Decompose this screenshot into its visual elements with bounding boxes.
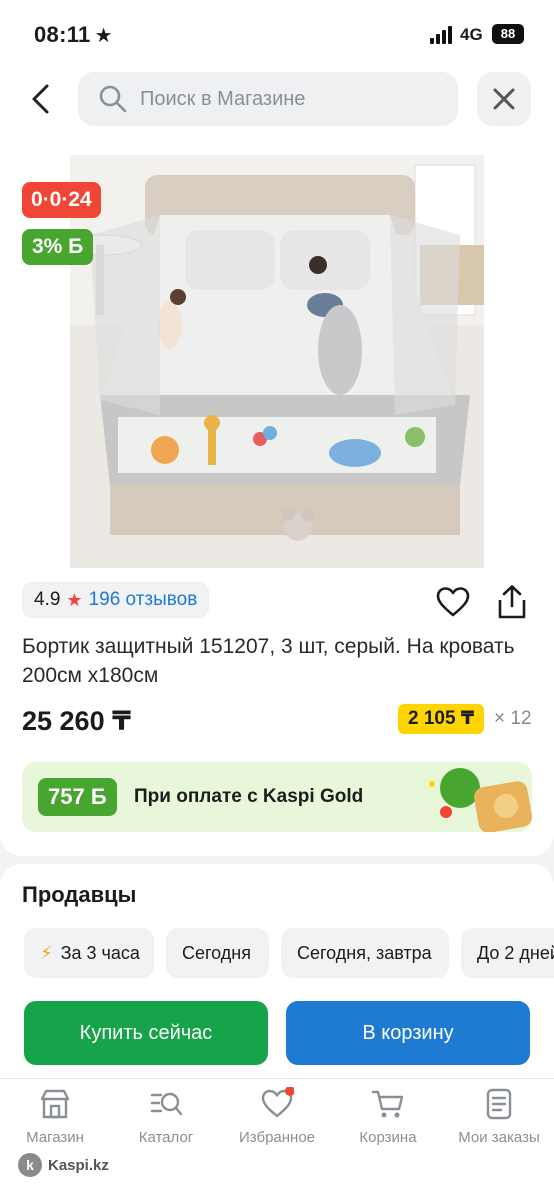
back-button[interactable] <box>22 80 62 120</box>
reviews-link[interactable]: 196 отзывов <box>89 589 198 611</box>
tab-catalog[interactable]: Каталог <box>111 1087 221 1146</box>
gold-bonus-badge: 757 Б <box>38 778 117 816</box>
close-icon <box>493 88 515 110</box>
tab-cart[interactable]: Корзина <box>333 1087 443 1146</box>
status-bar: 08:11 ★ 4G 88 <box>0 0 554 70</box>
tab-favorites[interactable]: Избранное <box>222 1087 332 1146</box>
cart-icon <box>371 1090 404 1118</box>
battery-icon: 88 <box>492 24 524 44</box>
favorite-button[interactable] <box>436 586 470 623</box>
tab-shop[interactable]: Магазин <box>0 1087 110 1146</box>
close-button[interactable] <box>477 72 531 126</box>
search-icon <box>99 85 127 113</box>
heart-icon <box>261 1087 294 1118</box>
product-title: Бортик защитный 151207, 3 шт, серый. На … <box>22 635 515 687</box>
orders-icon <box>486 1088 512 1120</box>
search-input[interactable]: Поиск в Магазине <box>78 72 458 126</box>
kaspi-logo-icon: k <box>18 1153 42 1177</box>
sellers-title: Продавцы <box>22 882 137 907</box>
chevron-left-icon <box>32 84 49 114</box>
delivery-filter-2days[interactable]: До 2 дней <box>461 928 554 978</box>
lightning-icon: ⚡ <box>40 942 53 963</box>
search-placeholder: Поиск в Магазине <box>140 87 306 110</box>
kaspi-gold-banner[interactable]: 757 Б При оплате с Kaspi Gold <box>22 762 532 832</box>
kaspi-watermark: k Kaspi.kz <box>18 1153 109 1177</box>
network-type: 4G <box>460 25 483 44</box>
bottom-tab-bar: Магазин Каталог Избранное Корзина Мои за… <box>0 1078 554 1200</box>
kaspi-gold-illustration-icon <box>429 768 532 832</box>
catalog-search-icon <box>150 1092 183 1116</box>
product-price: 25 260 ₸ <box>22 706 131 736</box>
top-bar: Поиск в Магазине <box>0 70 554 150</box>
signal-icon <box>430 26 452 44</box>
installment-badge: 0·0·24 <box>22 182 101 218</box>
shop-icon <box>40 1089 70 1119</box>
buy-now-button[interactable]: Купить сейчас <box>24 1001 268 1065</box>
delivery-filter-3h[interactable]: ⚡ За 3 часа <box>24 928 154 978</box>
installment-term: × 12 <box>494 708 532 729</box>
share-icon <box>498 585 526 619</box>
gold-banner-text: При оплате с Kaspi Gold <box>134 786 364 807</box>
tab-orders[interactable]: Мои заказы <box>444 1087 554 1146</box>
share-button[interactable] <box>496 584 528 625</box>
sellers-section: Продавцы ⚡ За 3 часа Сегодня Сегодня, за… <box>0 864 554 1078</box>
add-to-cart-button[interactable]: В корзину <box>286 1001 530 1065</box>
delivery-filter-today-tomorrow[interactable]: Сегодня, завтра <box>281 928 449 978</box>
clock: 08:11 ★ <box>34 22 113 47</box>
delivery-filter-today[interactable]: Сегодня <box>166 928 269 978</box>
focus-star-icon: ★ <box>94 25 113 47</box>
rating-value: 4.9 <box>34 589 61 610</box>
installment-price: 2 105 ₸ <box>398 704 485 734</box>
image-pager-dots <box>250 692 256 698</box>
bonus-badge: 3% Б <box>22 229 94 265</box>
product-image[interactable] <box>70 155 484 568</box>
rating-chip[interactable]: 4.9 ★ 196 отзывов <box>22 582 210 618</box>
star-icon: ★ <box>66 589 83 610</box>
heart-icon <box>436 587 470 617</box>
